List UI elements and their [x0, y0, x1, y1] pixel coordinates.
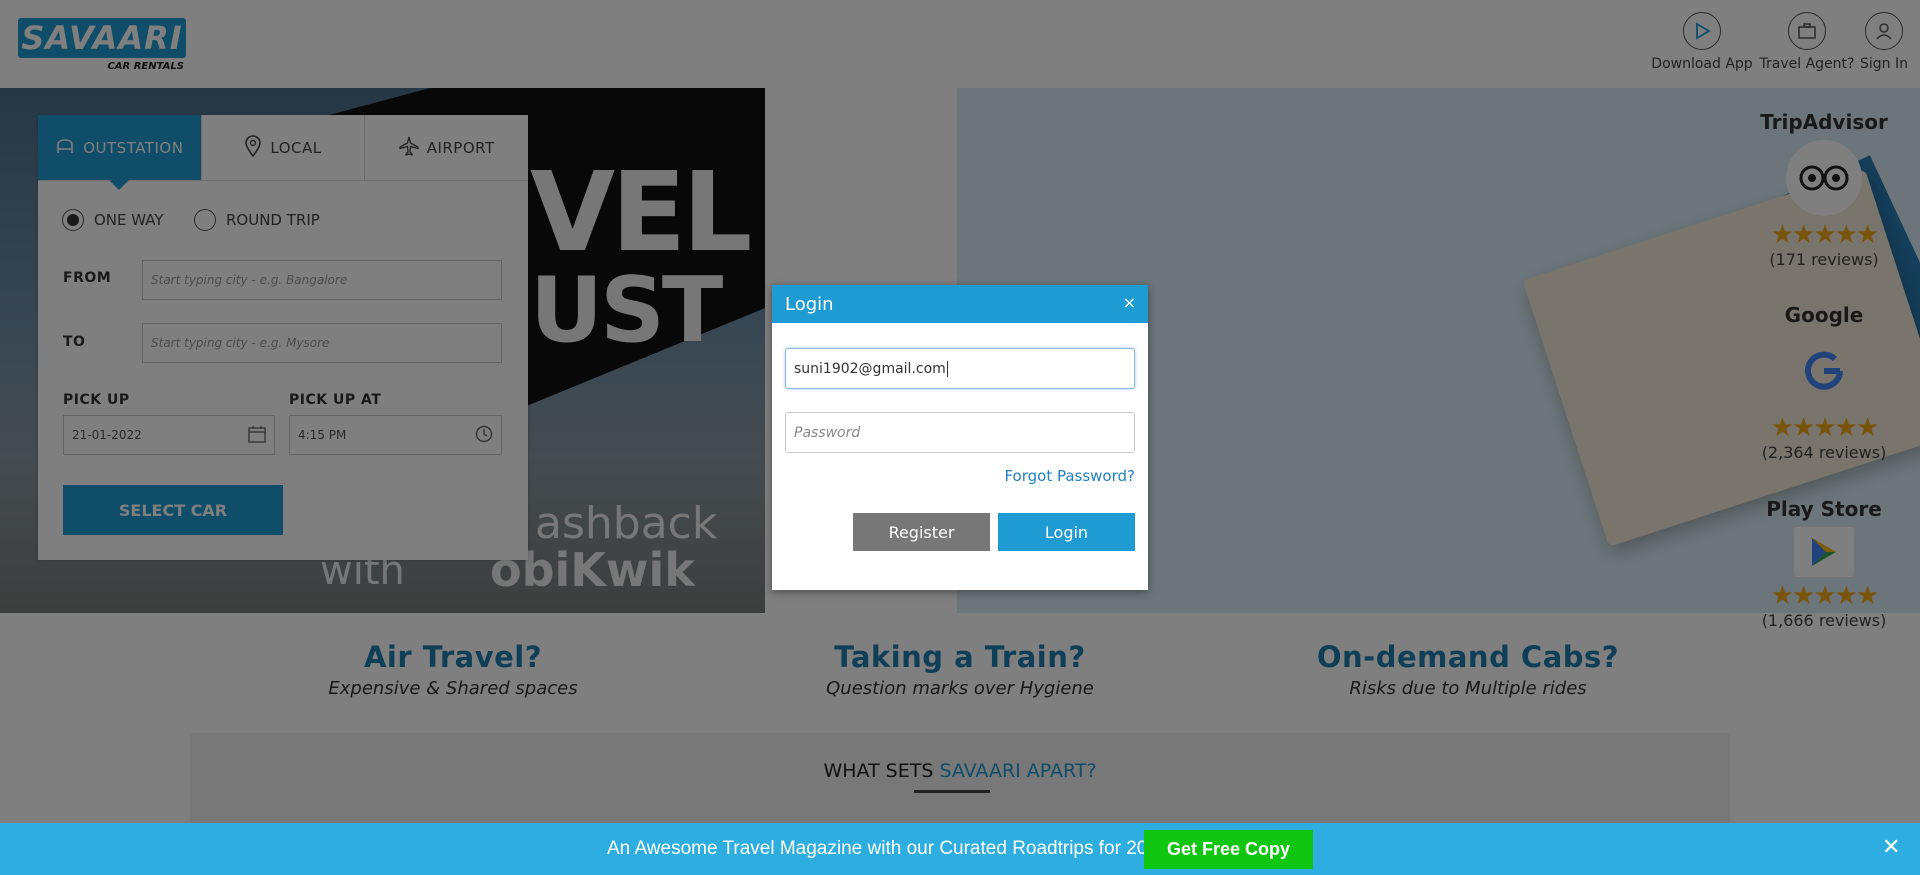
login-dialog-title: Login: [785, 294, 834, 315]
get-free-copy-button[interactable]: Get Free Copy: [1144, 830, 1313, 869]
banner-close-icon[interactable]: ✕: [1882, 835, 1900, 860]
login-button[interactable]: Login: [998, 513, 1135, 551]
banner-text: An Awesome Travel Magazine with our Cura…: [607, 838, 1169, 859]
magazine-banner: An Awesome Travel Magazine with our Cura…: [0, 823, 1920, 875]
login-dialog: Login × suni1902@gmail.com Password Forg…: [772, 285, 1148, 590]
email-value: suni1902@gmail.com: [794, 360, 946, 377]
login-dialog-header: Login ×: [772, 285, 1148, 323]
email-field[interactable]: suni1902@gmail.com: [785, 348, 1135, 389]
close-icon[interactable]: ×: [1123, 293, 1136, 312]
text-cursor: [946, 360, 948, 377]
password-field[interactable]: Password: [785, 412, 1135, 453]
register-button[interactable]: Register: [853, 513, 990, 551]
forgot-password-link[interactable]: Forgot Password?: [1004, 467, 1135, 485]
